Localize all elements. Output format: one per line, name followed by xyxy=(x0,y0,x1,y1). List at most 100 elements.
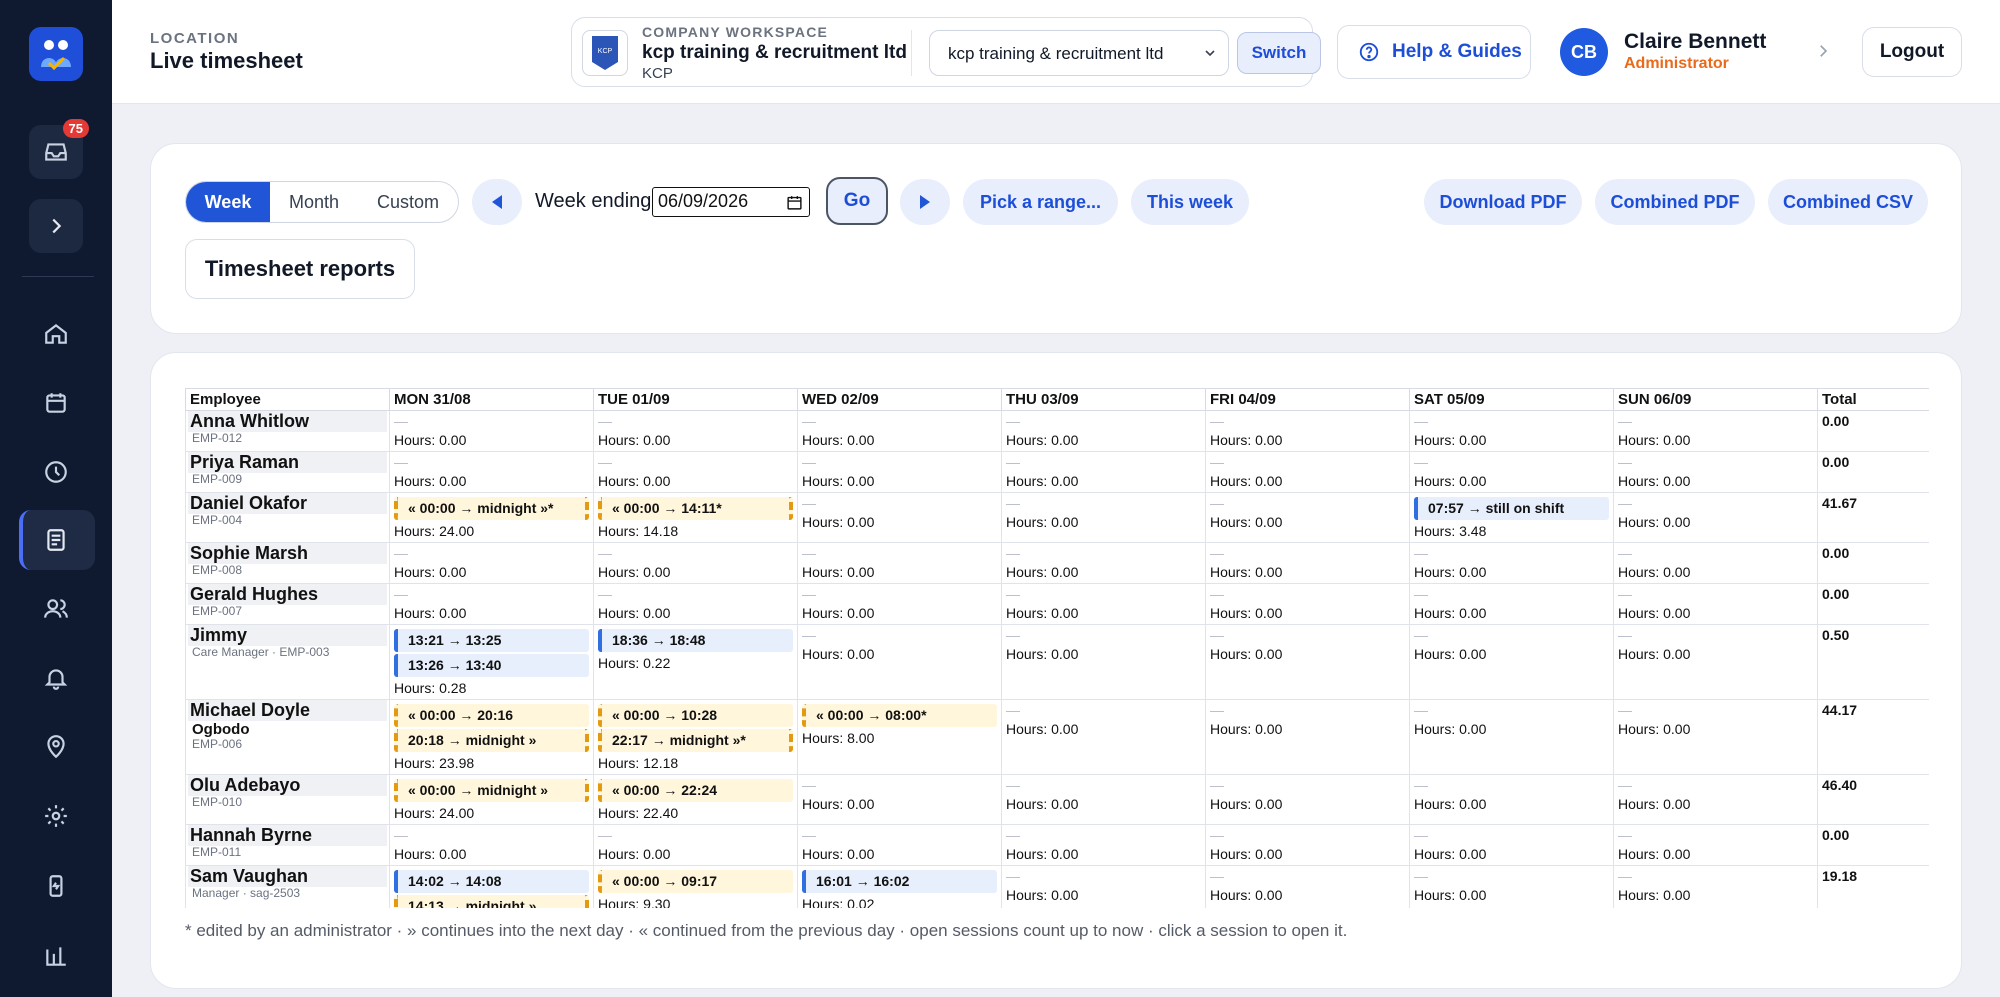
sidebar-item-device[interactable] xyxy=(35,865,77,907)
session-chip[interactable]: 20:18 → midnight » xyxy=(394,729,589,752)
location-label: LOCATION xyxy=(150,30,240,47)
session-chip[interactable]: « 00:00 → 08:00* xyxy=(802,704,997,727)
workspace-select[interactable]: kcp training & recruitment ltd xyxy=(929,30,1229,76)
employee-subtitle: Manager · sag-2503 xyxy=(192,886,301,900)
expand-sidebar-button[interactable] xyxy=(29,199,83,253)
session-chip[interactable]: « 00:00 → 09:17 xyxy=(598,870,793,893)
logout-button[interactable]: Logout xyxy=(1862,27,1962,77)
workspace-logo-icon: KCP xyxy=(592,36,618,70)
day-hours: Hours: 0.00 xyxy=(1414,564,1487,580)
session-chip[interactable]: 18:36 → 18:48 xyxy=(598,629,793,652)
day-cell: — Hours: 0.00 xyxy=(593,542,798,584)
sidebar-item-clock[interactable] xyxy=(35,451,77,493)
session-chip[interactable]: 13:26 → 13:40 xyxy=(394,654,589,677)
help-guides-button[interactable]: Help & Guides xyxy=(1337,25,1531,79)
day-hours: Hours: 0.00 xyxy=(1006,514,1079,530)
sidebar-item-calendar[interactable] xyxy=(35,382,77,424)
tab-week[interactable]: Week xyxy=(186,182,270,222)
combined-csv-button[interactable]: Combined CSV xyxy=(1768,179,1928,225)
app-logo[interactable] xyxy=(29,27,83,81)
employee-name[interactable]: Jimmy xyxy=(188,625,387,646)
day-hours: Hours: 0.00 xyxy=(1006,721,1079,737)
switch-workspace-button[interactable]: Switch xyxy=(1237,32,1321,74)
day-hours: Hours: 0.00 xyxy=(1006,846,1079,862)
session-chip[interactable]: 13:21 → 13:25 xyxy=(394,629,589,652)
sidebar-item-users[interactable] xyxy=(35,588,77,630)
day-hours: Hours: 0.00 xyxy=(1618,432,1691,448)
session-chip[interactable]: 14:02 → 14:08 xyxy=(394,870,589,893)
timesheet-reports-button[interactable]: Timesheet reports xyxy=(185,239,415,299)
session-chip[interactable]: 16:01 → 16:02 xyxy=(802,870,997,893)
day-hours: Hours: 0.00 xyxy=(394,432,467,448)
day-hours: Hours: 0.00 xyxy=(394,605,467,621)
employee-name[interactable]: Sophie Marsh xyxy=(188,543,387,564)
sidebar-item-notifications[interactable] xyxy=(35,657,77,699)
next-week-button[interactable] xyxy=(900,179,950,225)
svg-text:KCP: KCP xyxy=(598,48,613,55)
calendar-picker-icon[interactable] xyxy=(786,194,803,216)
day-cell: — Hours: 0.00 xyxy=(1001,492,1206,543)
previous-week-button[interactable] xyxy=(472,179,522,225)
day-hours: Hours: 0.00 xyxy=(1618,564,1691,580)
day-cell: — Hours: 0.00 xyxy=(1001,583,1206,625)
session-chip[interactable]: « 00:00 → 22:24 xyxy=(598,779,793,802)
day-cell: — Hours: 0.00 xyxy=(1613,451,1818,493)
employee-name[interactable]: Priya Raman xyxy=(188,452,387,473)
workspace-select-value: kcp training & recruitment ltd xyxy=(948,44,1164,63)
sidebar-item-locations[interactable] xyxy=(35,726,77,768)
session-chip[interactable]: 22:17 → midnight »* xyxy=(598,729,793,752)
employee-name[interactable]: Sam Vaughan xyxy=(188,866,387,887)
employee-name[interactable]: Olu Adebayo xyxy=(188,775,387,796)
avatar[interactable]: CB xyxy=(1560,28,1608,76)
sidebar-item-settings[interactable] xyxy=(35,795,77,837)
week-ending-input[interactable]: 06/09/2026 xyxy=(652,187,810,217)
workspace-panel: KCP COMPANY WORKSPACE kcp training & rec… xyxy=(571,17,1321,87)
column-header-employee: Employee xyxy=(185,388,390,411)
day-cell: « 00:00 → 09:17 Hours: 9.30 xyxy=(593,865,798,908)
day-hours: Hours: 0.00 xyxy=(802,473,875,489)
employee-name[interactable]: Hannah Byrne xyxy=(188,825,387,846)
tab-custom[interactable]: Custom xyxy=(358,182,458,222)
employee-name[interactable]: Daniel Okafor xyxy=(188,493,387,514)
empty-marker: — xyxy=(1210,702,1224,718)
go-button[interactable]: Go xyxy=(826,177,888,225)
session-chip[interactable]: « 00:00 → 20:16 xyxy=(394,704,589,727)
column-header-day: SAT 05/09 xyxy=(1409,388,1614,411)
session-chip[interactable]: « 00:00 → 10:28 xyxy=(598,704,793,727)
employee-name[interactable]: Gerald Hughes xyxy=(188,584,387,605)
timesheet-table: Employee MON 31/08 TUE 01/09 WED 02/09 THU 0… xyxy=(185,388,1929,908)
timesheet-table-scroll[interactable]: Employee MON 31/08 TUE 01/09 WED 02/09 THU 0… xyxy=(185,388,1929,908)
empty-marker: — xyxy=(802,545,816,561)
tab-month[interactable]: Month xyxy=(270,182,358,222)
inbox-button[interactable]: 75 xyxy=(29,119,89,179)
sidebar-item-reports[interactable] xyxy=(35,935,77,977)
session-chip[interactable]: « 00:00 → 14:11* xyxy=(598,497,793,520)
this-week-button[interactable]: This week xyxy=(1131,179,1249,225)
day-cell: 16:01 → 16:02 Hours: 0.02 xyxy=(797,865,1002,908)
sidebar-item-home[interactable] xyxy=(35,313,77,355)
day-hours: Hours: 0.00 xyxy=(1210,605,1283,621)
day-hours: Hours: 0.00 xyxy=(1006,564,1079,580)
employee-subtitle: EMP-009 xyxy=(192,472,243,486)
employee-subtitle: EMP-006 xyxy=(192,737,243,751)
day-cell: — Hours: 0.00 xyxy=(797,451,1002,493)
user-menu-chevron-icon[interactable] xyxy=(1814,42,1832,65)
column-header-day: THU 03/09 xyxy=(1001,388,1206,411)
download-pdf-button[interactable]: Download PDF xyxy=(1424,179,1582,225)
day-hours: Hours: 0.00 xyxy=(1618,473,1691,489)
session-chip[interactable]: 14:13 → midnight » xyxy=(394,895,589,908)
employee-name[interactable]: Michael Doyle xyxy=(188,700,387,721)
employee-name[interactable]: Anna Whitlow xyxy=(188,411,387,432)
empty-marker: — xyxy=(394,454,408,470)
sidebar-item-timesheet[interactable] xyxy=(35,519,77,561)
session-chip[interactable]: « 00:00 → midnight »* xyxy=(394,497,589,520)
day-hours: Hours: 0.00 xyxy=(1414,473,1487,489)
combined-pdf-button[interactable]: Combined PDF xyxy=(1595,179,1755,225)
session-chip[interactable]: « 00:00 → midnight » xyxy=(394,779,589,802)
empty-marker: — xyxy=(1618,545,1632,561)
pick-range-button[interactable]: Pick a range... xyxy=(963,179,1118,225)
session-chip[interactable]: 07:57 → still on shift xyxy=(1414,497,1609,520)
day-hours: Hours: 22.40 xyxy=(598,805,679,821)
empty-marker: — xyxy=(1210,627,1224,643)
day-hours: Hours: 0.00 xyxy=(1210,796,1283,812)
